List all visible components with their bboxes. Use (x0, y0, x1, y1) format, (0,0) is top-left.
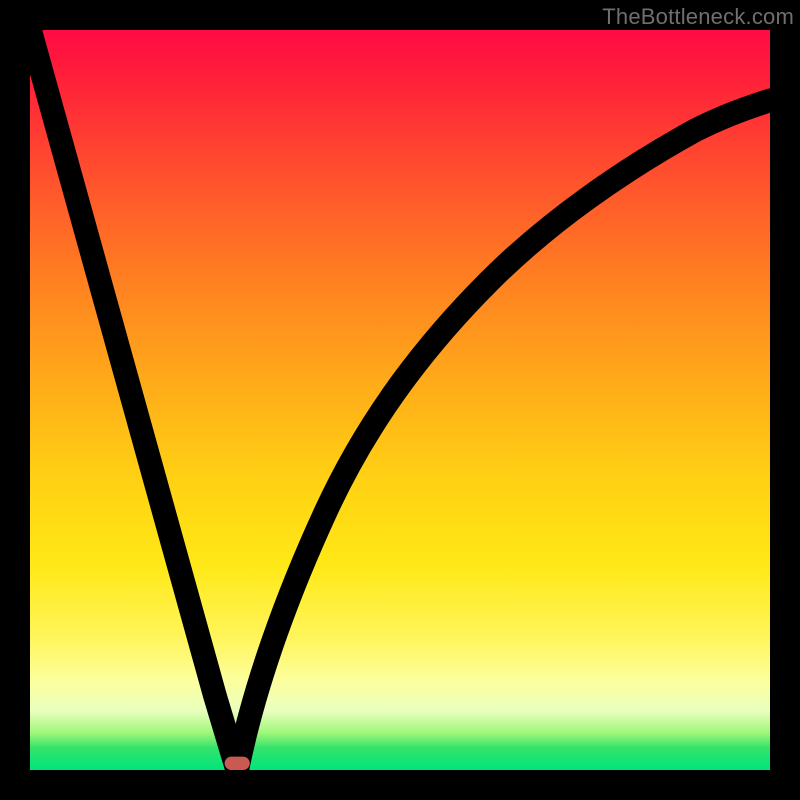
curve-layer (30, 30, 770, 770)
chart-frame: TheBottleneck.com (0, 0, 800, 800)
minimum-marker (225, 757, 250, 770)
curve-right-branch (237, 100, 770, 770)
plot-area (30, 30, 770, 770)
curve-left-branch (30, 30, 237, 770)
watermark-label: TheBottleneck.com (602, 4, 794, 30)
